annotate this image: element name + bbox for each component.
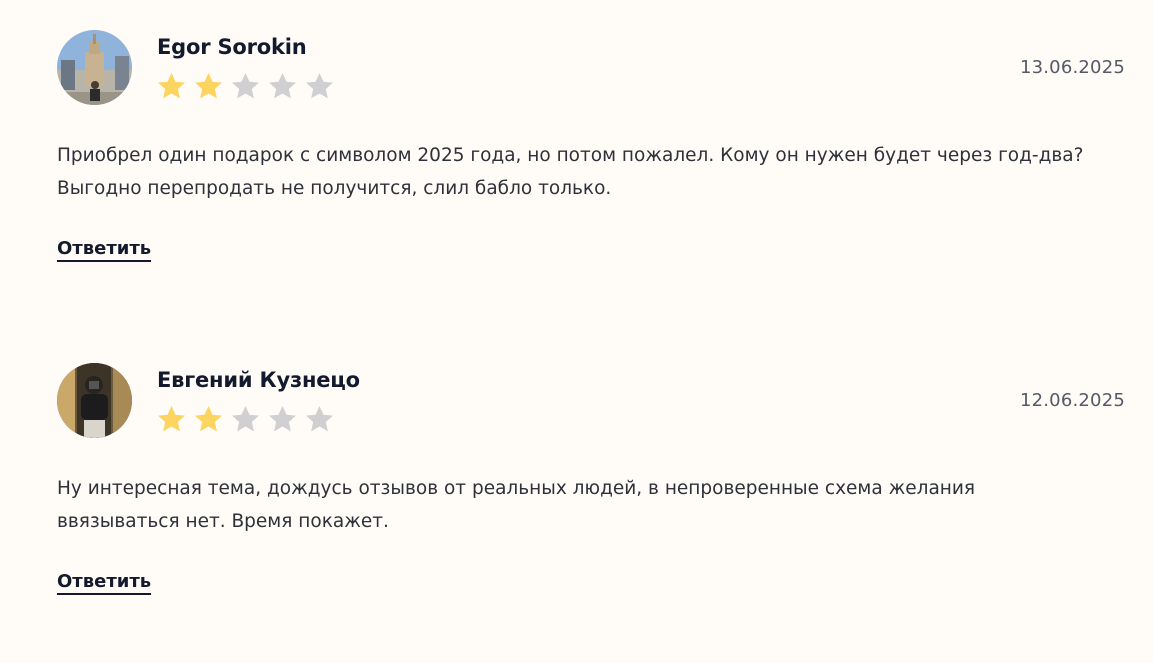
review-author: Egor Sorokin (157, 35, 307, 59)
avatar[interactable] (57, 363, 132, 438)
star-icon (229, 403, 262, 436)
review-text: Ну интересная тема, дождусь отзывов от р… (57, 478, 976, 532)
star-icon (155, 70, 188, 103)
star-rating (155, 70, 336, 103)
star-icon (192, 403, 225, 436)
avatar[interactable] (57, 30, 132, 105)
star-icon (266, 70, 299, 103)
star-icon (303, 70, 336, 103)
star-icon (192, 70, 225, 103)
star-icon (303, 403, 336, 436)
star-icon (266, 403, 299, 436)
star-rating (155, 403, 336, 436)
review-text: Приобрел один подарок с символом 2025 го… (57, 145, 1084, 199)
review-date: 13.06.2025 (1019, 57, 1125, 78)
review-date: 12.06.2025 (1019, 390, 1125, 411)
star-icon (229, 70, 262, 103)
review-author: Евгений Кузнецо (157, 368, 360, 392)
star-icon (155, 403, 188, 436)
review-item: Egor Sorokin 13.06.2025 Приобрел один по… (0, 0, 1153, 333)
reply-link[interactable]: Ответить (57, 571, 152, 595)
reply-link[interactable]: Ответить (57, 238, 152, 262)
review-item: Евгений Кузнецо 12.06.2025 Ну интересная… (0, 333, 1153, 663)
